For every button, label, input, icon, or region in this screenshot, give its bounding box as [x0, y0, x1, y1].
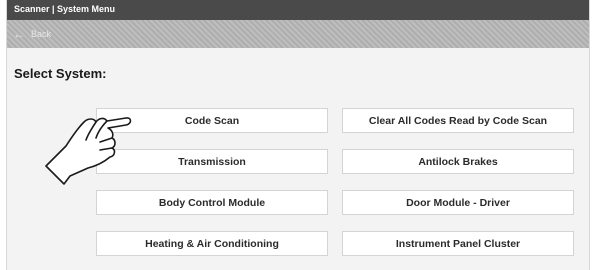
- system-button-clear-all-codes[interactable]: Clear All Codes Read by Code Scan: [342, 108, 574, 133]
- page-heading: Select System:: [14, 66, 107, 81]
- system-button-heating-air-conditioning[interactable]: Heating & Air Conditioning: [96, 231, 328, 256]
- back-arrow-icon: ←: [13, 27, 25, 41]
- back-button[interactable]: ← Back: [13, 24, 51, 44]
- system-button-body-control-module[interactable]: Body Control Module: [96, 190, 328, 215]
- system-button-instrument-panel-cluster[interactable]: Instrument Panel Cluster: [342, 231, 574, 256]
- scanner-screen: Scanner | System Menu ← Back Select Syst…: [6, 0, 590, 270]
- system-button-antilock-brakes[interactable]: Antilock Brakes: [342, 149, 574, 174]
- system-button-transmission[interactable]: Transmission: [96, 149, 328, 174]
- window-title: Scanner | System Menu: [14, 4, 116, 14]
- nav-bar: ← Back: [7, 20, 589, 48]
- system-button-code-scan[interactable]: Code Scan: [96, 108, 328, 133]
- back-label: Back: [31, 29, 52, 39]
- title-bar: Scanner | System Menu: [7, 0, 589, 20]
- system-button-door-module-driver[interactable]: Door Module - Driver: [342, 190, 574, 215]
